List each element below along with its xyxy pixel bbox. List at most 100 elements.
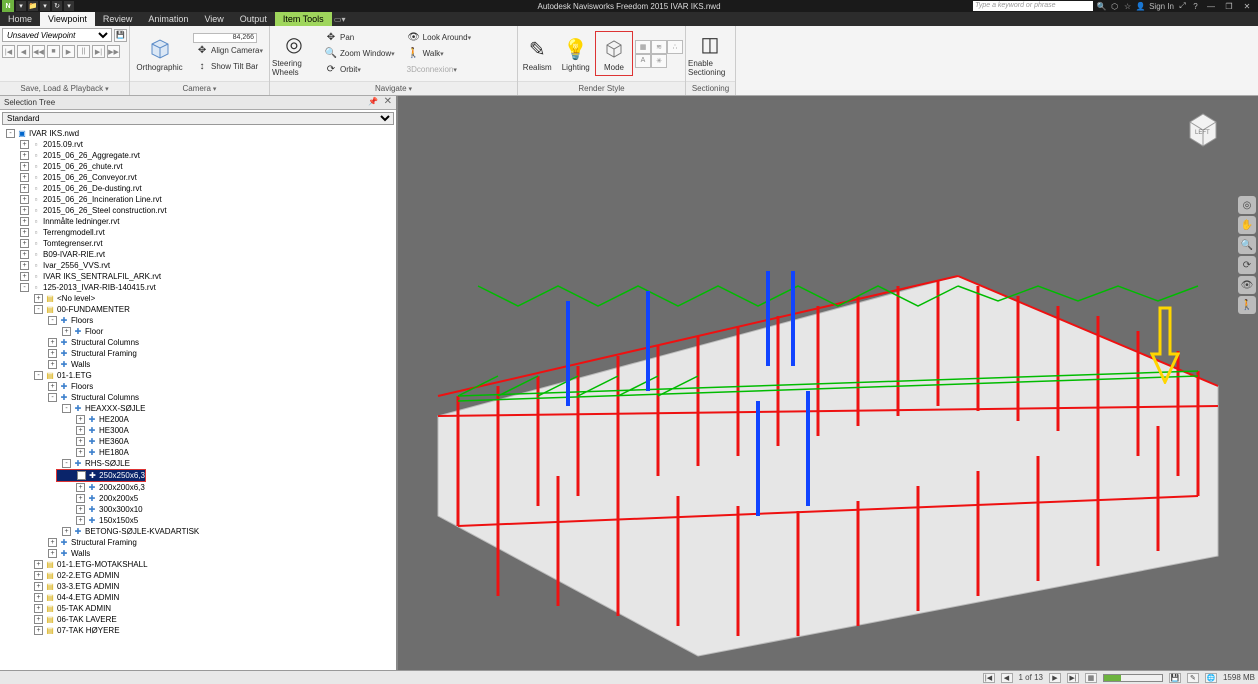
qat-refresh-icon[interactable]: ↻ [52,1,62,11]
viewport-3d[interactable]: LEFT ◎ ✋ 🔍 ⟳ 👁 🚶 [398,96,1258,670]
show-tilt-bar-button[interactable]: ↕Show Tilt Bar [193,59,265,75]
nav-zoom-icon[interactable]: 🔍 [1238,236,1256,254]
tree-file[interactable]: +▫2015_06_26_chute.rvt [0,161,396,172]
disk-icon[interactable]: 💾 [1166,673,1184,683]
tree-file[interactable]: +▫2015_06_26_Aggregate.rvt [0,150,396,161]
mode-points-icon[interactable]: ∴ [667,40,683,54]
sheet-last-button[interactable]: ▶| [1064,673,1082,683]
tree-category[interactable]: +✚Structural Columns [0,337,396,348]
tree-file[interactable]: +▫2015.09.rvt [0,139,396,150]
close-button[interactable]: ✕ [1240,1,1254,11]
mode-surfaces-icon[interactable]: ▦ [635,40,651,54]
steering-wheels-button[interactable]: ◎ Steering Wheels [270,29,318,79]
group-save-load[interactable]: Save, Load & Playback [0,81,129,95]
tree-type[interactable]: +✚150x150x5 [0,515,396,526]
tree-family[interactable]: +✚BETONG-SØJLE-KVADARTISK [0,526,396,537]
tab-item-tools[interactable]: Item Tools [275,12,332,26]
tree-file[interactable]: +▫2015_06_26_Conveyor.rvt [0,172,396,183]
tree-file[interactable]: +▫Tomtegrenser.rvt [0,238,396,249]
sheet-next-button[interactable]: ▶ [1046,673,1064,683]
tree-level[interactable]: +▤02-2.ETG ADMIN [0,570,396,581]
qat-open-icon[interactable]: 📁 [28,1,38,11]
selection-tree[interactable]: -▣IVAR IKS.nwd +▫2015.09.rvt +▫2015_06_2… [0,126,396,670]
tree-type[interactable]: +✚Floor [0,326,396,337]
tree-level[interactable]: +▤01-1.ETG-MOTAKSHALL [0,559,396,570]
tree-file[interactable]: -▫125-2013_IVAR-RIB-140415.rvt [0,282,396,293]
orbit-button[interactable]: ⟳Orbit [322,62,397,78]
playback-end-icon[interactable]: ▶▶ [107,45,120,58]
tree-file[interactable]: +▫2015_06_26_Incineration Line.rvt [0,194,396,205]
sign-in-link[interactable]: Sign In [1149,2,1174,11]
walk-button[interactable]: 🚶Walk [405,46,473,62]
viewcube[interactable]: LEFT [1178,104,1228,154]
orthographic-button[interactable]: Orthographic [130,33,189,74]
tree-file[interactable]: +▫B09-IVAR-RIE.rvt [0,249,396,260]
web-icon[interactable]: 🌐 [1202,673,1220,683]
align-camera-button[interactable]: ✥Align Camera [193,43,265,59]
playback-stop-icon[interactable]: ■ [47,45,60,58]
tree-type[interactable]: +✚HE180A [0,447,396,458]
tree-type[interactable]: +✚200x200x5 [0,493,396,504]
tree-file[interactable]: +▫2015_06_26_De-dusting.rvt [0,183,396,194]
tree-file[interactable]: +▫IVAR IKS_SENTRALFIL_ARK.rvt [0,271,396,282]
mode-snap-icon[interactable]: ✳ [651,54,667,68]
tree-type[interactable]: +✚300x300x10 [0,504,396,515]
exchange-icon[interactable]: ⤢ [1178,2,1187,11]
tree-file[interactable]: +▫Innmålte ledninger.rvt [0,216,396,227]
tree-filter-combo[interactable]: Standard [2,112,394,125]
sheet-first-button[interactable]: |◀ [980,673,998,683]
tab-home[interactable]: Home [0,12,40,26]
tree-level[interactable]: -▤01-1.ETG [0,370,396,381]
lighting-button[interactable]: 💡 Lighting [557,33,596,74]
pan-button[interactable]: ✥Pan [322,30,397,46]
playback-pause-icon[interactable]: || [77,45,90,58]
tab-view[interactable]: View [196,12,231,26]
group-navigate[interactable]: Navigate [270,81,517,95]
nav-walk-icon[interactable]: 🚶 [1238,296,1256,314]
tree-family[interactable]: -✚RHS-SØJLE [0,458,396,469]
tree-category[interactable]: +✚Walls [0,548,396,559]
tab-output[interactable]: Output [232,12,275,26]
tree-file[interactable]: +▫2015_06_26_Steel construction.rvt [0,205,396,216]
sheet-prev-button[interactable]: ◀ [998,673,1016,683]
playback-rev-icon[interactable]: ◀◀ [32,45,45,58]
tree-level[interactable]: +▤03-3.ETG ADMIN [0,581,396,592]
qat-new-icon[interactable]: ▾ [16,1,26,11]
sub-center-icon[interactable]: ⬡ [1110,2,1119,11]
mode-lines-icon[interactable]: ≋ [651,40,667,54]
close-panel-icon[interactable]: ✕ [384,96,392,107]
fov-input[interactable] [193,33,257,43]
search-icon[interactable]: 🔍 [1097,2,1106,11]
nav-wheel-icon[interactable]: ◎ [1238,196,1256,214]
app-logo[interactable]: N [2,0,14,12]
comm-center-icon[interactable]: ☆ [1123,2,1132,11]
tree-category[interactable]: +✚Floors [0,381,396,392]
help-icon[interactable]: ? [1191,2,1200,11]
restore-button[interactable]: ❐ [1222,1,1236,11]
group-camera[interactable]: Camera [130,81,269,95]
nav-look-icon[interactable]: 👁 [1238,276,1256,294]
tree-category[interactable]: +✚Structural Framing [0,348,396,359]
nav-pan-icon[interactable]: ✋ [1238,216,1256,234]
nav-orbit-icon[interactable]: ⟳ [1238,256,1256,274]
tab-viewpoint[interactable]: Viewpoint [40,12,95,26]
playback-start-icon[interactable]: |◀ [2,45,15,58]
playback-play-icon[interactable]: ▶ [62,45,75,58]
tree-category[interactable]: -✚Floors [0,315,396,326]
tree-type[interactable]: +✚HE360A [0,436,396,447]
tree-type[interactable]: +✚HE300A [0,425,396,436]
ribbon-collapse-icon[interactable]: ▭▾ [332,12,348,26]
tree-level[interactable]: +▤06-TAK LAVERE [0,614,396,625]
pin-icon[interactable]: 📌 [368,97,378,106]
tree-level[interactable]: +▤05-TAK ADMIN [0,603,396,614]
tree-file[interactable]: +▫Ivar_2556_VVS.rvt [0,260,396,271]
search-input[interactable]: Type a keyword or phrase [973,1,1093,11]
enable-sectioning-button[interactable]: ◫ Enable Sectioning [686,29,734,79]
tree-level[interactable]: +▤<No level> [0,293,396,304]
tree-root[interactable]: -▣IVAR IKS.nwd [0,128,396,139]
dconnexion-button[interactable]: 3Dconnexion [405,62,473,78]
qat-dropdown-icon[interactable]: ▾ [64,1,74,11]
pencil-icon[interactable]: ✎ [1184,673,1202,683]
tree-level[interactable]: +▤04-4.ETG ADMIN [0,592,396,603]
tree-type[interactable]: +✚200x200x6,3 [0,482,396,493]
